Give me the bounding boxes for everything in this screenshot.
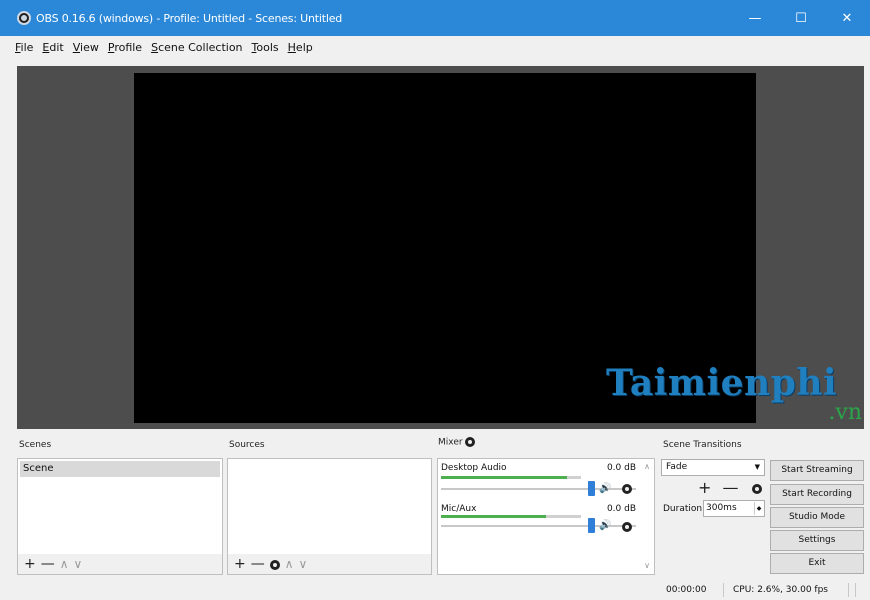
menu-edit-label: dit [49, 40, 64, 54]
menu-help-label: elp [295, 40, 313, 54]
menu-view-label: iew [80, 40, 99, 54]
menu-scene-collection-accel: S [151, 40, 159, 54]
desktop-audio-name: Desktop Audio [441, 463, 507, 473]
menu-view[interactable]: View [73, 41, 99, 54]
scroll-down-arrow-icon[interactable]: ∨ [644, 561, 650, 570]
duration-value: 300ms [706, 503, 737, 513]
source-properties-button[interactable] [269, 557, 280, 573]
status-bar: 00:00:00 CPU: 2.6%, 30.00 fps [0, 580, 870, 600]
studio-mode-button[interactable]: Studio Mode [770, 507, 864, 528]
menu-tools[interactable]: Tools [252, 41, 279, 54]
mixer-header: Mixer [438, 437, 476, 448]
settings-button[interactable]: Settings [770, 530, 864, 551]
start-recording-button[interactable]: Start Recording [770, 484, 864, 505]
scenes-toolbar: + — ∧ ∨ [18, 554, 222, 574]
status-divider [723, 583, 724, 597]
remove-source-button[interactable]: — [251, 556, 265, 572]
mic-aux-name: Mic/Aux [441, 504, 477, 514]
title-bar[interactable]: OBS 0.16.6 (windows) - Profile: Untitled… [0, 0, 870, 36]
duration-field[interactable]: 300ms ◆ [703, 500, 765, 517]
start-streaming-button[interactable]: Start Streaming [770, 460, 864, 481]
status-divider [848, 583, 849, 597]
status-divider [855, 583, 856, 597]
transition-tools: + — [698, 478, 762, 497]
scroll-up-arrow-icon[interactable]: ∧ [644, 462, 650, 471]
sources-list[interactable]: + — ∧ ∨ [227, 458, 432, 575]
watermark-sub-text: .vn [828, 400, 862, 425]
spinner-icon[interactable]: ◆ [754, 502, 763, 515]
menu-scene-collection-label: cene Collection [158, 40, 243, 54]
desktop-audio-volume-handle[interactable] [588, 481, 595, 496]
menu-profile-label: rofile [114, 40, 143, 54]
menu-bar: File Edit View Profile Scene Collection … [0, 36, 870, 58]
menu-help-accel: H [287, 40, 296, 54]
menu-file-label: ile [20, 40, 34, 54]
desktop-audio-level-meter [441, 476, 567, 479]
close-button[interactable]: ✕ [824, 0, 870, 36]
move-scene-down-button[interactable]: ∨ [74, 556, 83, 572]
audio-mixer: Desktop Audio 0.0 dB ∧ 🔊 Mic/Aux 0.0 dB … [437, 458, 655, 575]
remove-transition-button[interactable]: — [723, 478, 739, 497]
mic-aux-volume-handle[interactable] [588, 518, 595, 533]
exit-button[interactable]: Exit [770, 553, 864, 574]
desktop-audio-speaker-icon[interactable]: 🔊 [599, 483, 611, 494]
scenes-label: Scenes [19, 440, 52, 450]
scenes-list[interactable]: Scene + — ∧ ∨ [17, 458, 223, 575]
menu-edit[interactable]: Edit [42, 41, 63, 54]
desktop-audio-gear-icon[interactable] [622, 484, 632, 494]
mic-aux-db: 0.0 dB [606, 504, 636, 514]
maximize-button[interactable]: ☐ [778, 0, 824, 36]
menu-tools-label: ools [256, 40, 279, 54]
menu-file[interactable]: File [15, 41, 33, 54]
recording-time: 00:00:00 [666, 585, 707, 595]
obs-logo-icon [17, 11, 31, 25]
transition-gear-icon[interactable] [751, 483, 762, 494]
duration-label: Duration [663, 504, 703, 514]
move-scene-up-button[interactable]: ∧ [60, 556, 69, 572]
watermark-main-text: Taimienphi [606, 362, 838, 404]
mic-aux-level-meter [441, 515, 546, 518]
mic-aux-gear-icon[interactable] [622, 522, 632, 532]
mixer-label: Mixer [438, 437, 463, 448]
desktop-audio-db: 0.0 dB [606, 463, 636, 473]
gear-icon [269, 559, 280, 570]
cpu-usage: CPU: 2.6%, 30.00 fps [733, 585, 828, 595]
minimize-button[interactable]: — [732, 0, 778, 36]
add-source-button[interactable]: + [234, 556, 246, 572]
add-scene-button[interactable]: + [24, 556, 36, 572]
add-transition-button[interactable]: + [698, 478, 711, 497]
mixer-gear-icon[interactable] [465, 437, 476, 447]
menu-view-accel: V [72, 40, 81, 54]
remove-scene-button[interactable]: — [41, 556, 55, 572]
window-controls: — ☐ ✕ [732, 0, 870, 36]
transition-select[interactable]: Fade ▼ [661, 459, 765, 476]
move-source-up-button[interactable]: ∧ [285, 556, 294, 572]
list-item[interactable]: Scene [20, 461, 220, 477]
watermark-logo: Taimienphi .vn [606, 362, 866, 432]
window-title: OBS 0.16.6 (windows) - Profile: Untitled… [36, 11, 343, 25]
sources-toolbar: + — ∧ ∨ [228, 554, 431, 574]
menu-profile[interactable]: Profile [108, 41, 142, 54]
transition-selected-value: Fade [666, 462, 688, 472]
mic-aux-speaker-icon[interactable]: 🔊 [599, 520, 611, 531]
menu-scene-collection[interactable]: Scene Collection [151, 41, 242, 54]
sources-label: Sources [229, 440, 265, 450]
scene-transitions-label: Scene Transitions [663, 440, 742, 450]
dropdown-arrow-icon: ▼ [754, 463, 760, 471]
menu-help[interactable]: Help [288, 41, 313, 54]
move-source-down-button[interactable]: ∨ [299, 556, 308, 572]
